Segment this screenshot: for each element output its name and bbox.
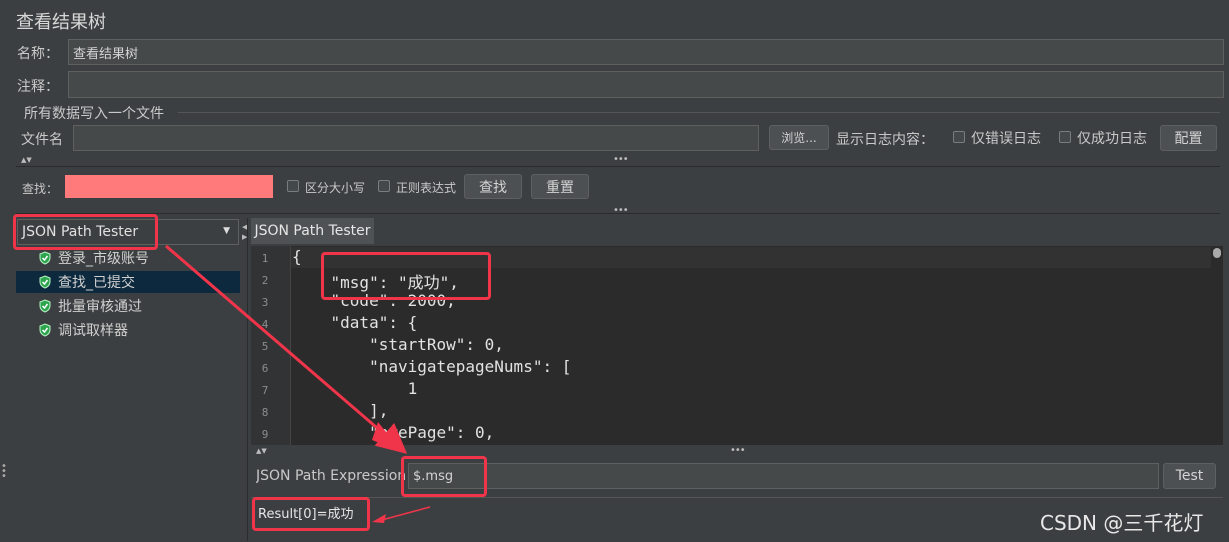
- annotation-arrow: [165, 244, 408, 454]
- watermark-text: CSDN @三千花灯: [1040, 511, 1204, 535]
- annotation-arrow-head: [372, 422, 402, 452]
- annotation-arrows: [165, 244, 431, 523]
- annotation-arrow: [377, 506, 431, 522]
- annotation-arrow-head: [372, 514, 386, 523]
